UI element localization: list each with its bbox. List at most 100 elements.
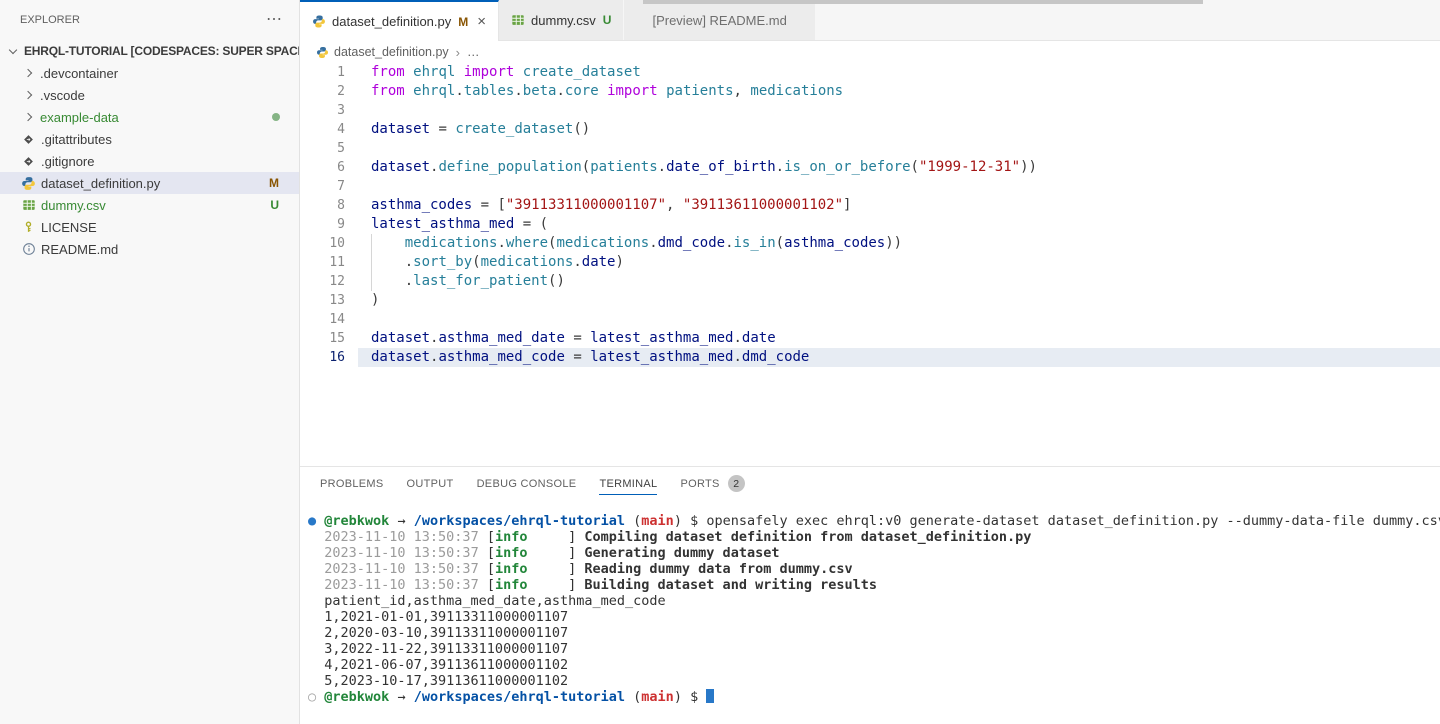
code-line-12[interactable]: 12 .last_for_patient() [300, 272, 1440, 291]
file-item-dummy-csv[interactable]: dummy.csvU [0, 194, 299, 216]
code-line-9[interactable]: 9latest_asthma_med = ( [300, 215, 1440, 234]
terminal-text: info [495, 577, 528, 593]
line-number[interactable]: 11 [300, 253, 358, 272]
code-line-15[interactable]: 15dataset.asthma_med_date = latest_asthm… [300, 329, 1440, 348]
panel-tab-debug-console[interactable]: DEBUG CONSOLE [477, 467, 577, 500]
breadcrumb-symbol[interactable]: … [467, 45, 480, 59]
file-item--gitignore[interactable]: .gitignore [0, 150, 299, 172]
code-editor[interactable]: 1from ehrql import create_dataset2from e… [300, 63, 1440, 466]
line-number[interactable]: 5 [300, 139, 358, 158]
line-number[interactable]: 12 [300, 272, 358, 291]
panel-tab-ports[interactable]: PORTS2 [680, 467, 744, 500]
breadcrumb: dataset_definition.py › … [300, 41, 1440, 63]
code-token: asthma_codes [784, 235, 885, 251]
tab--preview-readme-md[interactable]: [Preview] README.md [624, 0, 815, 40]
git-icon [21, 132, 36, 147]
line-number[interactable]: 16 [300, 348, 358, 367]
terminal-text: @rebkwok [324, 689, 389, 705]
terminal-text: ] [527, 577, 584, 593]
file-item-license[interactable]: LICENSE [0, 216, 299, 238]
code-line-7[interactable]: 7 [300, 177, 1440, 196]
file-item--gitattributes[interactable]: .gitattributes [0, 128, 299, 150]
code-token: last_for_patient [413, 273, 548, 289]
line-number[interactable]: 1 [300, 63, 358, 82]
terminal-text [308, 545, 324, 561]
code-token: . [725, 235, 733, 251]
file-item-readme-md[interactable]: README.md [0, 238, 299, 260]
workspace-root-folder[interactable]: EHRQL-TUTORIAL [CODESPACES: SUPER SPACE … [0, 40, 299, 62]
code-token [405, 83, 413, 99]
code-line-5[interactable]: 5 [300, 139, 1440, 158]
code-text [358, 310, 1440, 329]
code-token: medications [405, 235, 498, 251]
line-number[interactable]: 2 [300, 82, 358, 101]
code-line-13[interactable]: 13) [300, 291, 1440, 310]
tab-scrollbar[interactable] [643, 0, 1203, 4]
panel-tab-problems[interactable]: PROBLEMS [320, 467, 384, 500]
chevron-right-icon: › [456, 45, 460, 60]
file-label: .gitattributes [41, 132, 112, 147]
line-number[interactable]: 6 [300, 158, 358, 177]
code-line-14[interactable]: 14 [300, 310, 1440, 329]
code-token: create_dataset [523, 64, 641, 80]
code-token: "39113311000001107" [506, 197, 666, 213]
code-token: dataset [371, 121, 430, 137]
terminal-line: 1,2021-01-01,39113311000001107 [308, 609, 1440, 625]
terminal-text: ] [527, 545, 584, 561]
code-token: . [733, 330, 741, 346]
panel-tab-output[interactable]: OUTPUT [407, 467, 454, 500]
line-number[interactable]: 8 [300, 196, 358, 215]
code-line-2[interactable]: 2from ehrql.tables.beta.core import pati… [300, 82, 1440, 101]
terminal-text: Generating dummy dataset [584, 545, 779, 561]
line-number[interactable]: 7 [300, 177, 358, 196]
terminal-text: ( [625, 513, 641, 529]
code-line-11[interactable]: 11 .sort_by(medications.date) [300, 253, 1440, 272]
line-number[interactable]: 10 [300, 234, 358, 253]
breadcrumb-file[interactable]: dataset_definition.py [334, 45, 449, 59]
terminal-text [308, 577, 324, 593]
code-line-6[interactable]: 6dataset.define_population(patients.date… [300, 158, 1440, 177]
file-item--vscode[interactable]: .vscode [0, 84, 299, 106]
line-number[interactable]: 13 [300, 291, 358, 310]
line-number[interactable]: 15 [300, 329, 358, 348]
csv-icon [511, 13, 525, 27]
code-line-3[interactable]: 3 [300, 101, 1440, 120]
code-token: from [371, 83, 405, 99]
code-token: () [573, 121, 590, 137]
code-token: "1999-12-31" [919, 159, 1020, 175]
line-number[interactable]: 14 [300, 310, 358, 329]
terminal-line: 5,2023-10-17,39113611000001102 [308, 673, 1440, 689]
code-line-4[interactable]: 4dataset = create_dataset() [300, 120, 1440, 139]
tabs-container: dataset_definition.pyM×dummy.csvU[Previe… [300, 0, 816, 40]
close-icon[interactable]: × [477, 14, 486, 29]
git-status-badge: U [603, 13, 612, 27]
code-token: = [565, 330, 590, 346]
more-actions-icon[interactable]: ⋯ [266, 15, 283, 25]
code-token: patients [590, 159, 657, 175]
code-line-1[interactable]: 1from ehrql import create_dataset [300, 63, 1440, 82]
line-number[interactable]: 4 [300, 120, 358, 139]
ports-count-badge: 2 [728, 475, 745, 492]
terminal-line: 4,2021-06-07,39113611000001102 [308, 657, 1440, 673]
line-number[interactable]: 9 [300, 215, 358, 234]
code-token [599, 83, 607, 99]
code-line-16[interactable]: 16dataset.asthma_med_code = latest_asthm… [300, 348, 1440, 367]
code-text: ) [358, 291, 1440, 310]
untracked-changes-dot [272, 113, 280, 121]
file-item--devcontainer[interactable]: .devcontainer [0, 62, 299, 84]
terminal-line: 2023-11-10 13:50:37 [info ] Compiling da… [308, 529, 1440, 545]
line-number[interactable]: 3 [300, 101, 358, 120]
file-item-dataset-definition-py[interactable]: dataset_definition.pyM [0, 172, 299, 194]
terminal[interactable]: ● @rebkwok → /workspaces/ehrql-tutorial … [300, 500, 1440, 724]
file-label: .devcontainer [40, 66, 118, 81]
code-line-10[interactable]: 10 medications.where(medications.dmd_cod… [300, 234, 1440, 253]
code-token: sort_by [413, 254, 472, 270]
code-line-8[interactable]: 8asthma_codes = ["39113311000001107", "3… [300, 196, 1440, 215]
terminal-text: 3,2022-11-22,39113311000001107 [308, 641, 568, 657]
file-label: .vscode [40, 88, 85, 103]
tab-dummy-csv[interactable]: dummy.csvU [499, 0, 624, 40]
chevron-right-icon [24, 69, 32, 77]
tab-dataset-definition-py[interactable]: dataset_definition.pyM× [300, 0, 499, 41]
panel-tab-terminal[interactable]: TERMINAL [599, 467, 657, 500]
file-item-example-data[interactable]: example-data [0, 106, 299, 128]
